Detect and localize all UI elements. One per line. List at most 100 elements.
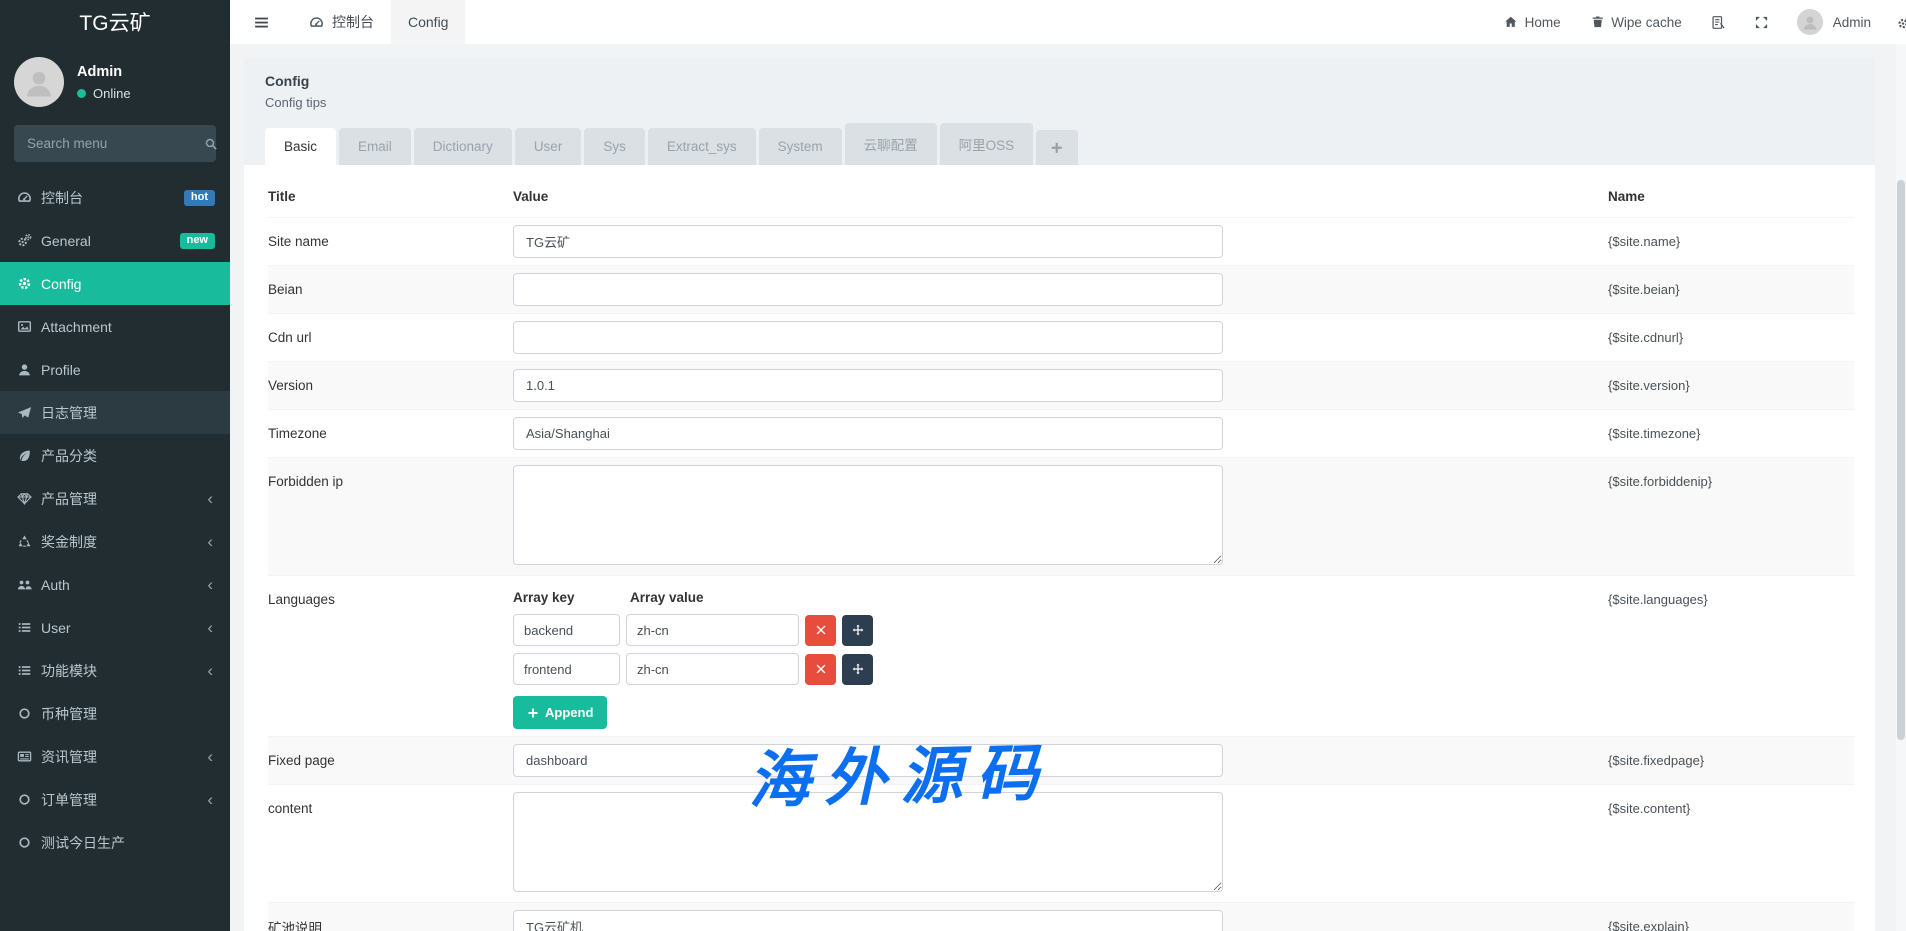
list-icon xyxy=(17,663,41,678)
tab-basic[interactable]: Basic xyxy=(265,128,336,165)
array-key-input[interactable] xyxy=(513,653,620,685)
expand-icon xyxy=(1754,15,1769,30)
table-row: 矿池说明 {$site.explain} xyxy=(268,902,1854,931)
tab-user[interactable]: User xyxy=(515,128,582,165)
avatar[interactable] xyxy=(14,57,64,107)
language-icon xyxy=(1711,15,1726,30)
version-input[interactable] xyxy=(513,369,1223,402)
hamburger-icon[interactable] xyxy=(230,14,292,31)
home-icon xyxy=(1504,15,1518,29)
timezone-input[interactable] xyxy=(513,417,1223,450)
beian-input[interactable] xyxy=(513,273,1223,306)
move-icon xyxy=(852,663,864,675)
settings-cogs-button[interactable] xyxy=(1885,14,1906,30)
tab-alioss[interactable]: 阿里OSS xyxy=(940,123,1034,165)
close-icon xyxy=(815,624,827,636)
config-table: Title Value Name Site name {$site.name} … xyxy=(244,165,1875,931)
chevron-left-icon: ‹ xyxy=(207,533,213,550)
cdn-url-input[interactable] xyxy=(513,321,1223,354)
sidebar-item-dashboard[interactable]: 控制台 hot xyxy=(0,176,230,219)
table-row-languages: Languages Array key Array value xyxy=(268,575,1854,736)
pool-explain-input[interactable] xyxy=(513,910,1223,931)
navbar-tab-config[interactable]: Config xyxy=(391,0,465,44)
sidebar-item-product-category[interactable]: 产品分类 xyxy=(0,434,230,477)
add-tab-button[interactable] xyxy=(1036,130,1078,166)
move-icon xyxy=(852,624,864,636)
navbar-right: Home Wipe cache Admin xyxy=(1489,0,1906,44)
tab-extract-sys[interactable]: Extract_sys xyxy=(648,128,756,165)
chevron-left-icon: ‹ xyxy=(207,576,213,593)
sidebar-item-attachment[interactable]: Attachment xyxy=(0,305,230,348)
chevron-left-icon: ‹ xyxy=(207,662,213,679)
site-name-input[interactable] xyxy=(513,225,1223,258)
array-headers: Array key Array value xyxy=(513,590,1608,605)
array-key-input[interactable] xyxy=(513,614,620,646)
navbar-tab-dashboard[interactable]: 控制台 xyxy=(292,0,391,44)
search-input[interactable] xyxy=(27,136,204,151)
append-button[interactable]: Append xyxy=(513,696,607,729)
sidebar-item-auth[interactable]: Auth ‹ xyxy=(0,563,230,606)
table-row: Forbidden ip {$site.forbiddenip} xyxy=(268,457,1854,575)
circle-icon xyxy=(17,792,41,807)
table-row: content {$site.content} xyxy=(268,784,1854,902)
move-row-button[interactable] xyxy=(842,654,873,685)
sidebar-menu: 控制台 hot General new Config Attachment Pr… xyxy=(0,176,230,864)
remove-row-button[interactable] xyxy=(805,654,836,685)
panel-heading: Config Config tips Basic Email Dictionar… xyxy=(244,58,1875,165)
chevron-left-icon: ‹ xyxy=(207,791,213,808)
content-textarea[interactable] xyxy=(513,792,1223,892)
sidebar-item-user[interactable]: User ‹ xyxy=(0,606,230,649)
forbidden-ip-textarea[interactable] xyxy=(513,465,1223,565)
online-dot-icon xyxy=(77,89,86,98)
search-icon[interactable] xyxy=(204,137,218,151)
sidebar-item-product-manage[interactable]: 产品管理 ‹ xyxy=(0,477,230,520)
move-row-button[interactable] xyxy=(842,615,873,646)
fullscreen-button[interactable] xyxy=(1740,0,1783,44)
main-area: 控制台 Config Home Wipe cache Admin xyxy=(230,0,1906,931)
config-panel: Config Config tips Basic Email Dictionar… xyxy=(244,58,1875,931)
gear-icon xyxy=(17,276,41,291)
recycle-icon xyxy=(17,534,41,549)
user-panel: Admin Online xyxy=(0,44,230,119)
table-row: Version {$site.version} xyxy=(268,361,1854,409)
brand-logo[interactable]: TG云矿 xyxy=(0,0,230,44)
admin-menu[interactable]: Admin xyxy=(1783,0,1885,44)
array-value-input[interactable] xyxy=(626,614,799,646)
sidebar-item-bonus[interactable]: 奖金制度 ‹ xyxy=(0,520,230,563)
badge-hot: hot xyxy=(184,190,215,206)
tab-yunliao[interactable]: 云聊配置 xyxy=(845,123,937,165)
sidebar-item-test-production[interactable]: 测试今日生产 xyxy=(0,821,230,864)
sidebar-item-general[interactable]: General new xyxy=(0,219,230,262)
sidebar-item-modules[interactable]: 功能模块 ‹ xyxy=(0,649,230,692)
home-button[interactable]: Home xyxy=(1489,0,1576,44)
badge-new: new xyxy=(180,233,215,249)
fixed-page-input[interactable] xyxy=(513,744,1223,777)
vertical-scrollbar[interactable] xyxy=(1896,44,1906,931)
user-name: Admin xyxy=(77,64,131,80)
scrollbar-thumb[interactable] xyxy=(1897,180,1905,740)
sidebar-item-logs[interactable]: 日志管理 xyxy=(0,391,230,434)
language-button[interactable] xyxy=(1697,0,1740,44)
user-avatar-icon xyxy=(1801,13,1819,31)
user-status: Online xyxy=(77,86,131,101)
tab-sys[interactable]: Sys xyxy=(584,128,645,165)
tab-system[interactable]: System xyxy=(759,128,842,165)
remove-row-button[interactable] xyxy=(805,615,836,646)
user-icon xyxy=(17,362,41,377)
tachometer-icon xyxy=(309,15,324,30)
tab-email[interactable]: Email xyxy=(339,128,411,165)
sidebar-item-news[interactable]: 资讯管理 ‹ xyxy=(0,735,230,778)
wipe-cache-button[interactable]: Wipe cache xyxy=(1576,0,1697,44)
tab-dictionary[interactable]: Dictionary xyxy=(414,128,512,165)
sidebar-item-profile[interactable]: Profile xyxy=(0,348,230,391)
table-row: Site name {$site.name} xyxy=(268,217,1854,265)
sidebar-item-orders[interactable]: 订单管理 ‹ xyxy=(0,778,230,821)
sidebar-item-config[interactable]: Config xyxy=(0,262,230,305)
language-row xyxy=(513,614,1608,646)
sidebar-item-currency[interactable]: 币种管理 xyxy=(0,692,230,735)
array-value-input[interactable] xyxy=(626,653,799,685)
user-avatar-icon xyxy=(22,65,56,99)
content-area: Config Config tips Basic Email Dictionar… xyxy=(230,44,1906,931)
language-row xyxy=(513,653,1608,685)
top-navbar: 控制台 Config Home Wipe cache Admin xyxy=(230,0,1906,44)
